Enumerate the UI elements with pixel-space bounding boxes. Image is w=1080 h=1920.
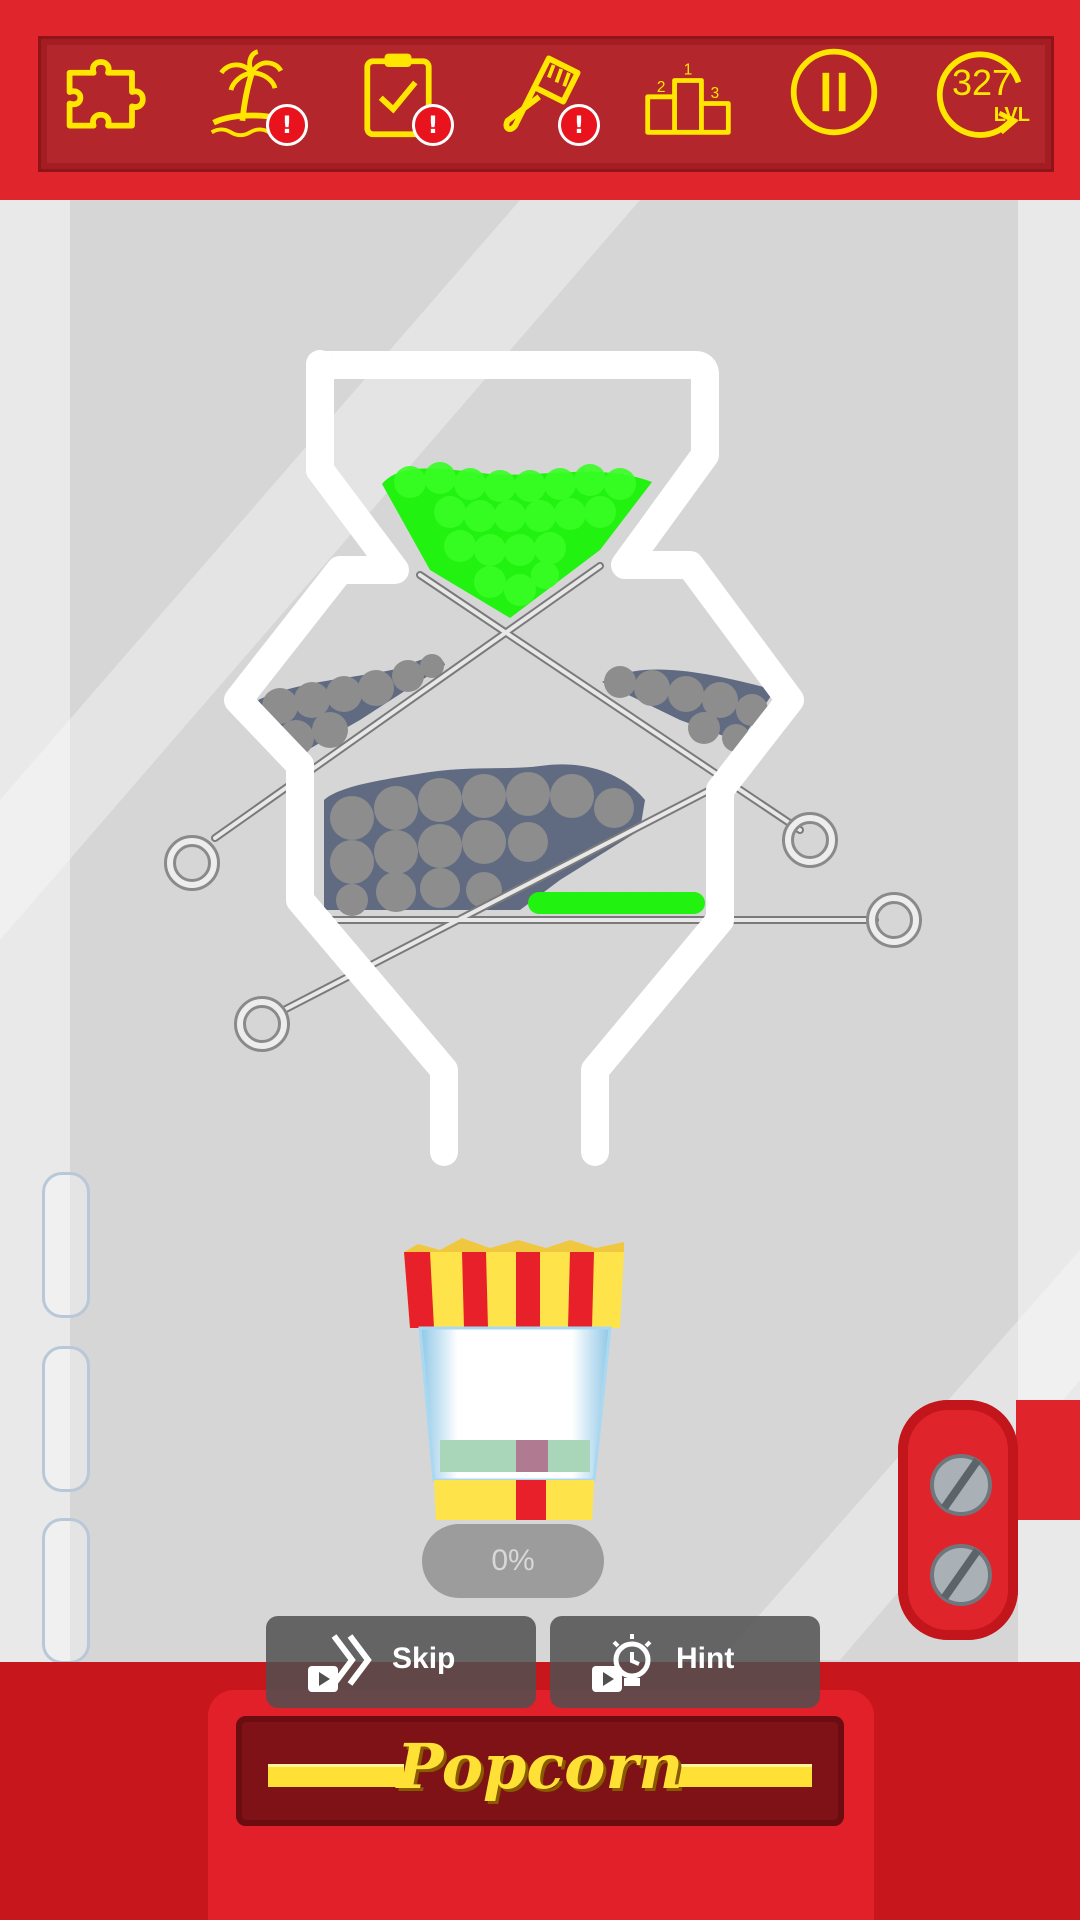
popcorn-cup [404, 1238, 624, 1520]
green-balls-top [382, 462, 652, 618]
progress-indicator: 0% [422, 1524, 604, 1598]
hint-video-icon [592, 1634, 652, 1692]
skip-label: Skip [392, 1642, 456, 1675]
skip-video-icon [308, 1634, 372, 1692]
hint-button[interactable]: Hint [550, 1616, 820, 1708]
game-screen: ! ! ! 2 1 3 327 LVL 0% Popcorn Skip Hint [0, 0, 1080, 1920]
title-sign: Popcorn [236, 1716, 844, 1826]
puzzle-area [164, 350, 922, 1166]
skip-button[interactable]: Skip [266, 1616, 536, 1708]
game-title: Popcorn [396, 1730, 684, 1803]
hint-label: Hint [676, 1642, 735, 1675]
lever-mount [1016, 1400, 1080, 1520]
machine-lever [898, 1400, 1018, 1640]
green-balls-bottom [528, 892, 705, 914]
screw-icon [930, 1544, 992, 1606]
screw-icon [930, 1454, 992, 1516]
